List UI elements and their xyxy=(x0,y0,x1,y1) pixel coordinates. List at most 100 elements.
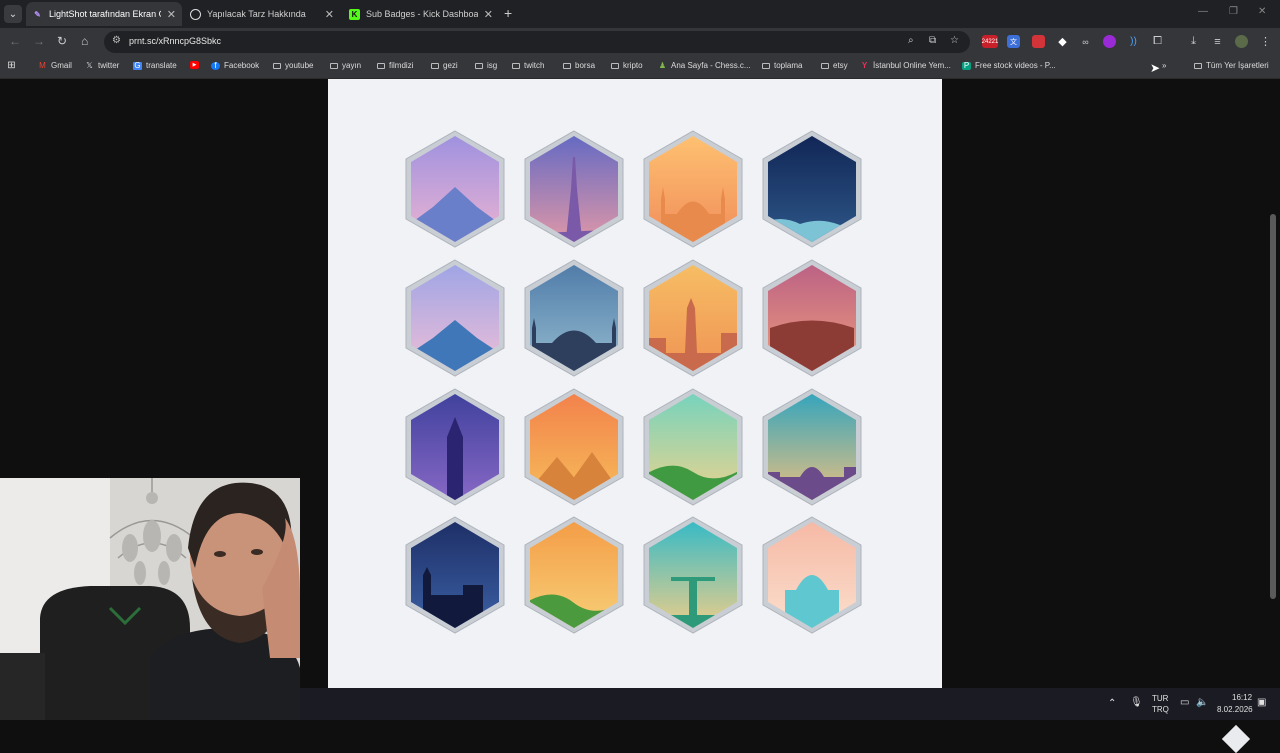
bookmark-label: youtube xyxy=(285,61,314,70)
notification-icon[interactable]: ▣ xyxy=(1257,697,1266,708)
bookmark-label: translate xyxy=(146,61,177,70)
extensions-icon[interactable]: ⧠ xyxy=(1151,35,1164,48)
chevron-up-icon[interactable]: ⌃ xyxy=(1108,698,1116,709)
badge-night-sky-clouds xyxy=(760,129,864,249)
tab-strip: ⌄ ✎ LightShot tarafından Ekran Görüntüsü… xyxy=(0,0,1280,28)
close-window-icon[interactable]: ✕ xyxy=(1258,6,1266,17)
bookmark-label: toplama xyxy=(774,61,803,70)
tab-title: LightShot tarafından Ekran Görüntüsü xyxy=(49,9,161,19)
more-bookmarks-icon[interactable]: » xyxy=(1162,61,1166,70)
folder-icon xyxy=(820,62,829,70)
address-bar[interactable]: ⚙ prnt.sc/xRnncpG8Sbkc ⌕ ⧉ ☆ xyxy=(104,31,970,53)
clock-time[interactable]: 16:12 xyxy=(1232,693,1252,702)
voice-ext-icon[interactable]: )) xyxy=(1127,35,1140,48)
folder-icon xyxy=(474,62,483,70)
bookmark-folder-youtube[interactable]: youtube xyxy=(272,61,313,70)
folder-icon xyxy=(376,62,385,70)
bookmark-label: İstanbul Online Yem... xyxy=(873,61,951,70)
purple-ext-icon[interactable] xyxy=(1103,35,1116,48)
bookmark-label: Ana Sayfa - Chess.c... xyxy=(671,61,751,70)
translate-ext-icon[interactable]: 文 xyxy=(1007,35,1020,48)
scrollbar[interactable] xyxy=(1270,214,1276,599)
glasses-ext-icon[interactable]: ∞ xyxy=(1079,35,1092,48)
bookmark-folder-gezi[interactable]: gezi xyxy=(430,61,458,70)
tab-lightshot[interactable]: ✎ LightShot tarafından Ekran Görüntüsü ✕ xyxy=(26,2,182,26)
close-icon[interactable]: ✕ xyxy=(484,8,493,21)
badge-mount-fuji-blossom xyxy=(403,129,507,249)
pexels-icon: P xyxy=(962,61,971,70)
zoom-icon[interactable]: ⌕ xyxy=(908,35,914,46)
facebook-icon: f xyxy=(211,61,220,70)
yemek-icon: Y xyxy=(861,61,868,70)
badge-city-dome xyxy=(760,387,864,507)
volume-icon[interactable]: 🔈 xyxy=(1196,697,1208,708)
bookmark-folder-toplama[interactable]: toplama xyxy=(761,61,802,70)
new-tab-icon[interactable]: + xyxy=(504,5,512,21)
all-bookmarks[interactable]: Tüm Yer İşaretleri xyxy=(1193,61,1269,70)
badge-big-ben xyxy=(403,387,507,507)
bookmark-chess[interactable]: ♟ Ana Sayfa - Chess.c... xyxy=(658,61,751,70)
url-text: prnt.sc/xRnncpG8Sbkc xyxy=(129,36,222,46)
diamond-ext-icon[interactable]: ◆ xyxy=(1056,35,1069,48)
bookmark-folder-filmdizi[interactable]: filmdizi xyxy=(376,61,413,70)
badge-taj-mahal xyxy=(760,515,864,635)
bookmark-pexels[interactable]: P Free stock videos - P... xyxy=(962,61,1056,70)
bookmark-folder-yayin[interactable]: yayın xyxy=(329,61,361,70)
kick-icon: K xyxy=(349,8,360,20)
tab-search-button[interactable]: ⌄ xyxy=(4,5,22,23)
bookmark-facebook[interactable]: f Facebook xyxy=(211,61,259,70)
close-icon[interactable]: ✕ xyxy=(167,8,176,21)
back-icon[interactable]: ← xyxy=(9,34,21,48)
home-icon[interactable]: ⌂ xyxy=(81,34,88,48)
star-icon[interactable]: ☆ xyxy=(950,35,959,46)
bookmark-folder-etsy[interactable]: etsy xyxy=(820,61,848,70)
site-info-icon[interactable]: ⚙ xyxy=(112,35,121,46)
bookmark-twitter[interactable]: 𝕏twitter xyxy=(85,61,119,70)
badge-hagia-sophia xyxy=(641,129,745,249)
bookmark-folder-kripto[interactable]: kripto xyxy=(610,61,643,70)
media-icon[interactable]: ≡ xyxy=(1211,35,1224,48)
language-top[interactable]: TUR xyxy=(1152,694,1168,703)
install-icon[interactable]: ⧉ xyxy=(929,35,936,46)
forward-icon[interactable]: → xyxy=(33,34,45,48)
folder-icon xyxy=(511,62,520,70)
restore-icon[interactable]: ❐ xyxy=(1229,6,1238,17)
bookmark-folder-borsa[interactable]: borsa xyxy=(562,61,595,70)
bookmark-folder-twitch[interactable]: twitch xyxy=(511,61,544,70)
minimize-icon[interactable]: — xyxy=(1198,6,1208,17)
bookmark-gmail[interactable]: M Gmail xyxy=(38,61,72,70)
microphone-icon[interactable]: 🎙 xyxy=(1130,697,1143,708)
bookmark-istanbul-yemek[interactable]: Y İstanbul Online Yem... xyxy=(860,61,951,70)
bookmark-folder-isg[interactable]: isg xyxy=(474,61,497,70)
bookmark-translate[interactable]: Gtranslate xyxy=(133,61,177,70)
tab-kick[interactable]: K Sub Badges - Kick Dashboard ✕ xyxy=(343,2,499,26)
badge-christ-the-redeemer xyxy=(641,515,745,635)
download-icon[interactable]: ⤓ xyxy=(1187,35,1200,48)
reload-icon[interactable]: ↻ xyxy=(57,34,67,48)
extension-badge-icon[interactable]: 24221 xyxy=(982,35,998,48)
badge-great-wall xyxy=(641,387,745,507)
youtube-icon: ▶ xyxy=(190,61,199,69)
language-bottom[interactable]: TRQ xyxy=(1152,705,1169,714)
profile-avatar[interactable] xyxy=(1235,35,1248,48)
folder-icon xyxy=(610,62,619,70)
red-ext-icon[interactable] xyxy=(1032,35,1045,48)
bookmark-label: Tüm Yer İşaretleri xyxy=(1206,61,1269,70)
clock-date[interactable]: 8.02.2026 xyxy=(1217,705,1253,714)
close-icon[interactable]: ✕ xyxy=(325,8,334,21)
badge-great-wall-2 xyxy=(522,515,626,635)
menu-icon[interactable]: ⋮ xyxy=(1259,35,1272,48)
network-icon[interactable]: ▭ xyxy=(1180,697,1189,708)
tab-chatgpt[interactable]: Yapılacak Tarz Hakkında ✕ xyxy=(184,2,340,26)
apps-icon[interactable]: ⊞ xyxy=(7,60,20,71)
screenshot-image xyxy=(328,79,1251,753)
bookmark-label: borsa xyxy=(575,61,596,70)
bookmark-label: twitch xyxy=(524,61,545,70)
badge-statue-of-liberty xyxy=(641,258,745,378)
badge-london-night xyxy=(403,515,507,635)
bookmark-youtube-video[interactable]: ▶ xyxy=(190,61,203,69)
taskbar: ⌃ 🎙 TUR TRQ ▭ 🔈 16:12 8.02.2026 ▣ xyxy=(300,688,1280,720)
webcam-feed-image xyxy=(0,478,300,720)
bookmark-label: etsy xyxy=(833,61,848,70)
bookmark-label: filmdizi xyxy=(389,61,414,70)
